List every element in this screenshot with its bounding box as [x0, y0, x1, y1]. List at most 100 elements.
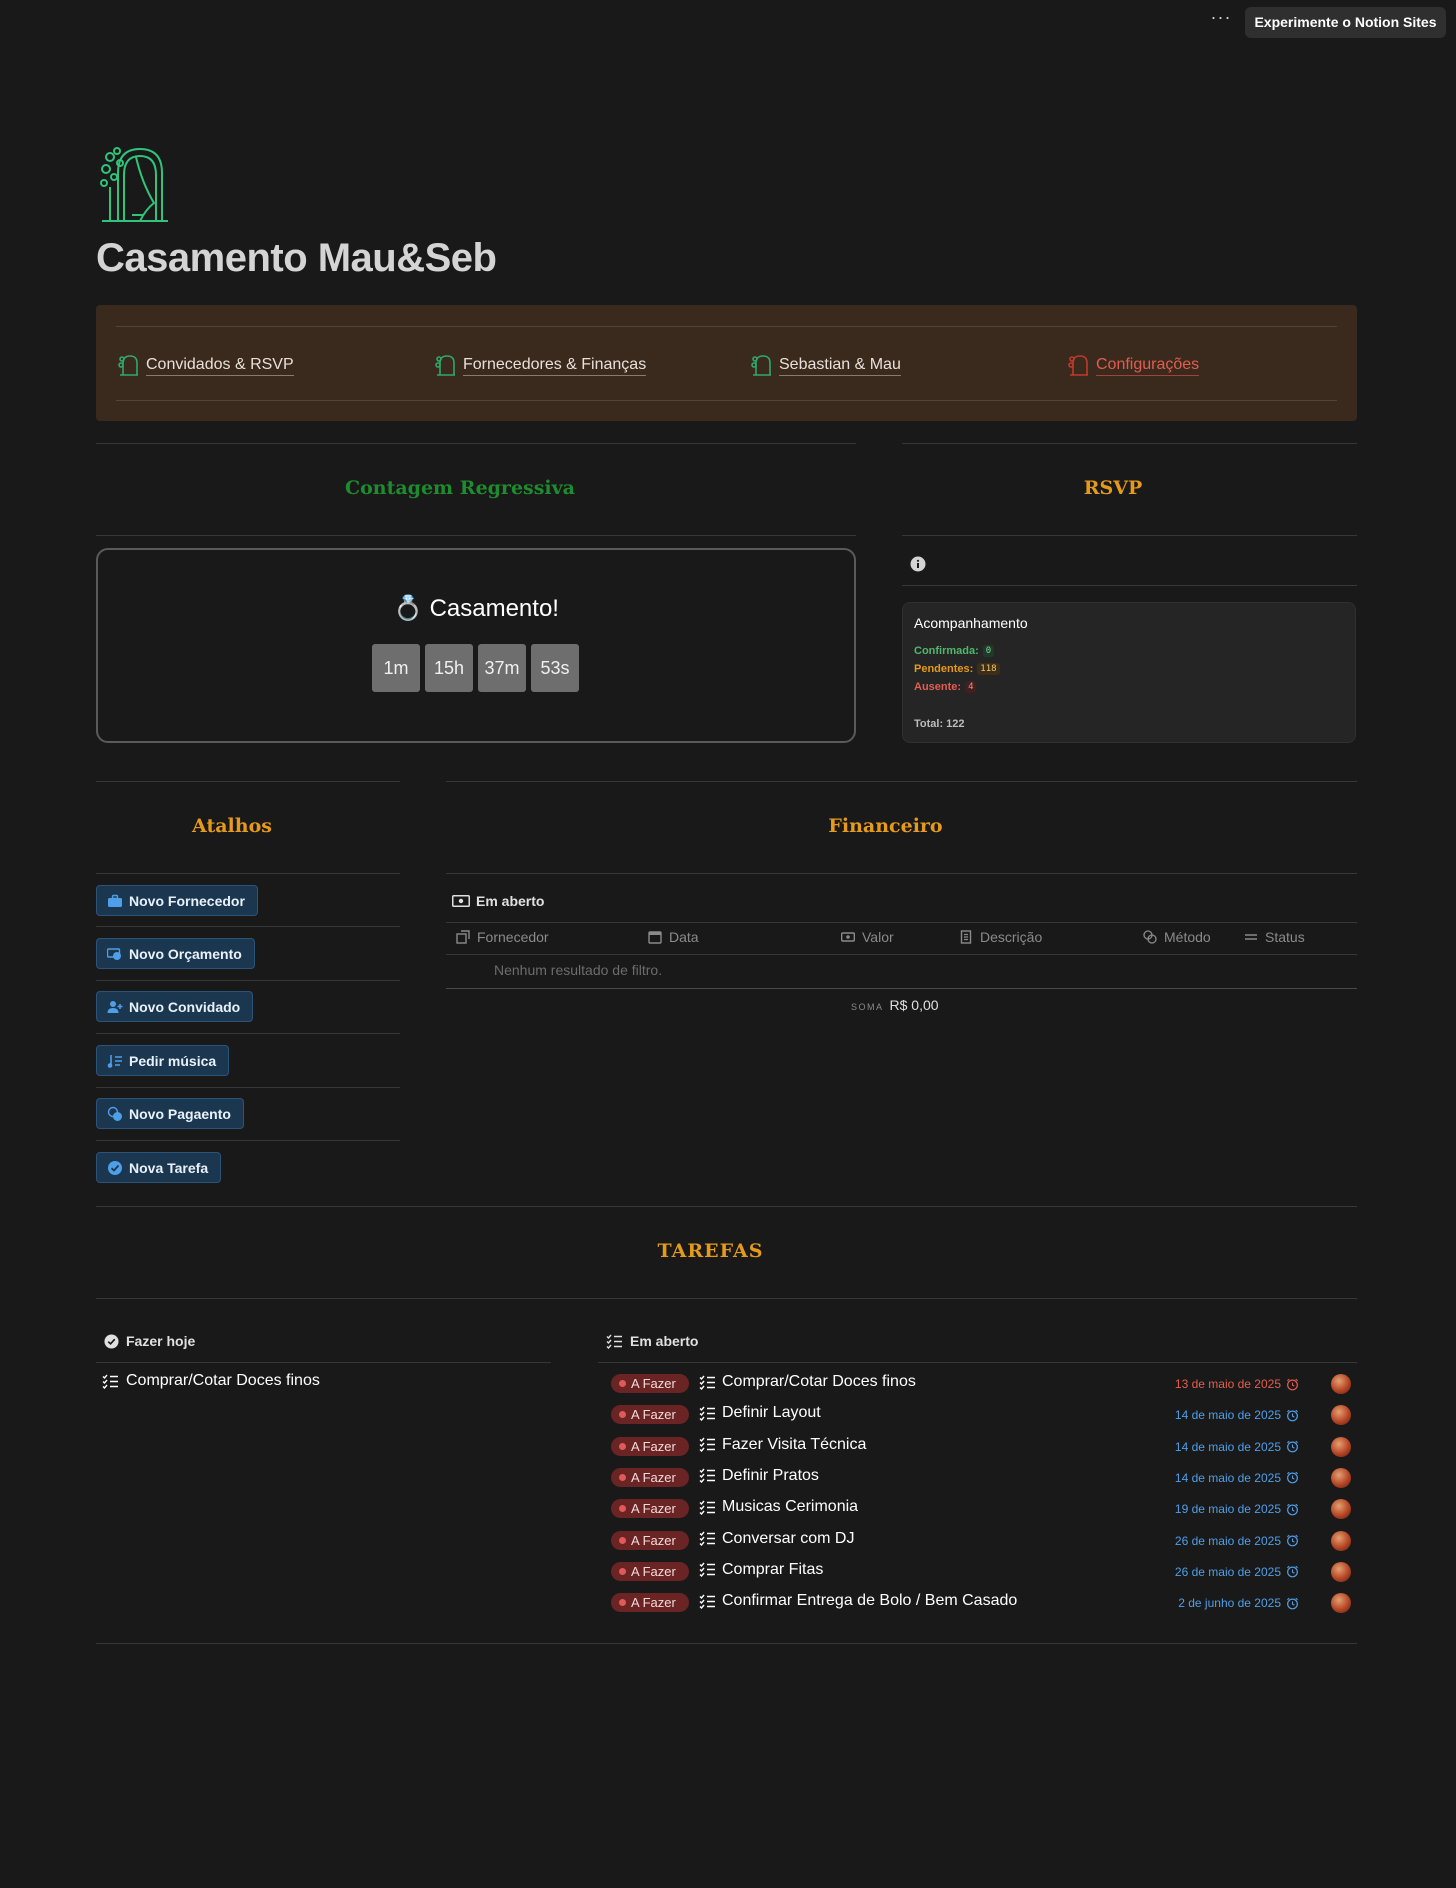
briefcase-icon [108, 894, 122, 907]
divider [96, 535, 856, 536]
nav-link-sebastian-mau[interactable]: Sebastian & Mau [751, 353, 901, 377]
checklist-icon [699, 1594, 715, 1609]
task-due-date: 26 de maio de 2025 [1175, 1565, 1299, 1579]
new-task-button[interactable]: Nova Tarefa [96, 1152, 222, 1183]
status-badge: A Fazer [611, 1405, 689, 1425]
status-dot [619, 1536, 626, 1544]
task-title[interactable]: Conversar com DJ [699, 1530, 854, 1548]
task-row[interactable]: A Fazer Definir Pratos 14 de maio de 2025 [611, 1465, 1351, 1491]
task-due-date: 26 de maio de 2025 [1175, 1534, 1299, 1548]
alarm-clock-icon [1287, 1503, 1298, 1516]
finance-sum[interactable]: SOMA R$ 0,00 [851, 997, 939, 1013]
status-dot [619, 1411, 626, 1419]
divider [96, 1206, 1357, 1207]
more-options-icon[interactable]: ··· [1208, 8, 1234, 30]
alarm-clock-icon [1287, 1597, 1298, 1609]
task-name: Comprar Fitas [722, 1560, 824, 1578]
avatar[interactable] [1331, 1467, 1351, 1488]
avatar[interactable] [1331, 1561, 1351, 1582]
task-name: Fazer Visita Técnica [722, 1435, 867, 1453]
task-row[interactable]: A Fazer Musicas Cerimonia 19 de maio de 20… [611, 1496, 1351, 1522]
task-title[interactable]: Comprar Fitas [699, 1561, 823, 1579]
column-fornecedor[interactable]: Fornecedor [456, 929, 549, 945]
alarm-clock-icon [1287, 1534, 1298, 1547]
divider [96, 1298, 1357, 1299]
tasks-open-tab[interactable]: Em aberto [606, 1333, 698, 1349]
money-icon [452, 895, 470, 907]
task-row[interactable]: A Fazer Comprar/Cotar Doces finos 13 de ma… [611, 1371, 1351, 1397]
divider [446, 922, 1357, 923]
rsvp-pending: Pendentes: 118 [914, 663, 1000, 675]
button-label: Novo Convidado [129, 998, 241, 1015]
check-circle-icon [108, 1160, 122, 1175]
arch-icon [118, 355, 138, 376]
nav-link-configuracoes[interactable]: Configurações [1068, 353, 1200, 377]
nav-link-fornecedores[interactable]: Fornecedores & Finanças [435, 353, 647, 377]
button-label: Nova Tarefa [129, 1159, 209, 1176]
task-name: Musicas Cerimonia [722, 1498, 859, 1516]
rsvp-section-title: RSVP [1083, 477, 1143, 499]
relation-icon [456, 930, 470, 944]
request-song-button[interactable]: Pedir música [96, 1045, 230, 1076]
status-label: A Fazer [631, 1438, 676, 1454]
task-title[interactable]: Comprar/Cotar Doces finos [699, 1373, 916, 1391]
column-descricao[interactable]: Descrição [959, 929, 1042, 945]
divider [902, 443, 1357, 444]
task-title[interactable]: Confirmar Entrega de Bolo / Bem Casado [699, 1592, 1017, 1610]
divider [902, 585, 1357, 586]
finance-empty-message: Nenhum resultado de filtro. [494, 962, 663, 978]
task-title[interactable]: Definir Layout [699, 1404, 821, 1422]
checklist-icon [699, 1468, 715, 1484]
status-dot [619, 1599, 626, 1607]
column-metodo[interactable]: Método [1143, 929, 1211, 945]
calendar-icon [648, 931, 662, 944]
task-row[interactable]: A Fazer Comprar Fitas 26 de maio de 2025 [611, 1559, 1351, 1585]
task-row[interactable]: A Fazer Definir Layout 14 de maio de 2025 [611, 1402, 1351, 1428]
task-title[interactable]: Fazer Visita Técnica [699, 1436, 866, 1454]
column-label: Fornecedor [477, 929, 549, 945]
task-title[interactable]: Musicas Cerimonia [699, 1498, 858, 1516]
tasks-section-title: TAREFAS [657, 1240, 764, 1262]
nav-link-label: Configurações [1096, 355, 1200, 376]
task-row[interactable]: A Fazer Conversar com DJ 26 de maio de 202… [611, 1528, 1351, 1554]
avatar[interactable] [1331, 1499, 1351, 1520]
divider [96, 781, 400, 782]
new-supplier-button[interactable]: Novo Fornecedor [96, 885, 258, 916]
task-name: Definir Layout [722, 1404, 821, 1422]
new-payment-button[interactable]: Novo Pagaento [96, 1098, 244, 1129]
column-status[interactable]: Status [1244, 929, 1305, 945]
task-name: Confirmar Entrega de Bolo / Bem Casado [722, 1592, 1018, 1610]
column-valor[interactable]: Valor [841, 929, 894, 945]
avatar[interactable] [1331, 1530, 1351, 1551]
divider [96, 1643, 1357, 1644]
task-row[interactable]: A Fazer Confirmar Entrega de Bolo / Bem C… [611, 1590, 1351, 1616]
checklist-icon [699, 1500, 715, 1515]
task-title[interactable]: Definir Pratos [699, 1467, 819, 1485]
nav-link-label: Sebastian & Mau [779, 355, 901, 376]
divider [446, 988, 1357, 989]
try-notion-sites-button[interactable]: Experimente o Notion Sites [1245, 7, 1446, 38]
avatar[interactable] [1331, 1405, 1351, 1426]
column-data[interactable]: Data [648, 929, 699, 945]
finance-section-title: Financeiro [828, 815, 943, 837]
avatar[interactable] [1331, 1593, 1351, 1614]
task-row[interactable]: A Fazer Fazer Visita Técnica 14 de maio de… [611, 1434, 1351, 1460]
rsvp-absent-label: Ausente: [914, 681, 962, 693]
due-date-text: 14 de maio de 2025 [1174, 1439, 1281, 1454]
avatar[interactable] [1331, 1374, 1351, 1394]
new-guest-button[interactable]: Novo Convidado [96, 991, 254, 1022]
divider [96, 980, 400, 981]
finance-view-tab[interactable]: Em aberto [452, 893, 544, 909]
sum-label: SOMA [851, 1002, 884, 1012]
tasks-today-tab[interactable]: Fazer hoje [104, 1333, 195, 1349]
divider [96, 1033, 400, 1034]
avatar[interactable] [1331, 1436, 1351, 1457]
info-icon[interactable] [910, 556, 926, 572]
today-task-item[interactable]: Comprar/Cotar Doces finos [102, 1372, 320, 1390]
nav-link-convidados[interactable]: Convidados & RSVP [118, 353, 294, 377]
alarm-clock-icon [1287, 1440, 1298, 1453]
task-due-date: 14 de maio de 2025 [1175, 1440, 1299, 1454]
button-label: Novo Fornecedor [129, 892, 245, 909]
new-budget-button[interactable]: Novo Orçamento [96, 938, 255, 969]
checklist-icon [699, 1531, 715, 1546]
